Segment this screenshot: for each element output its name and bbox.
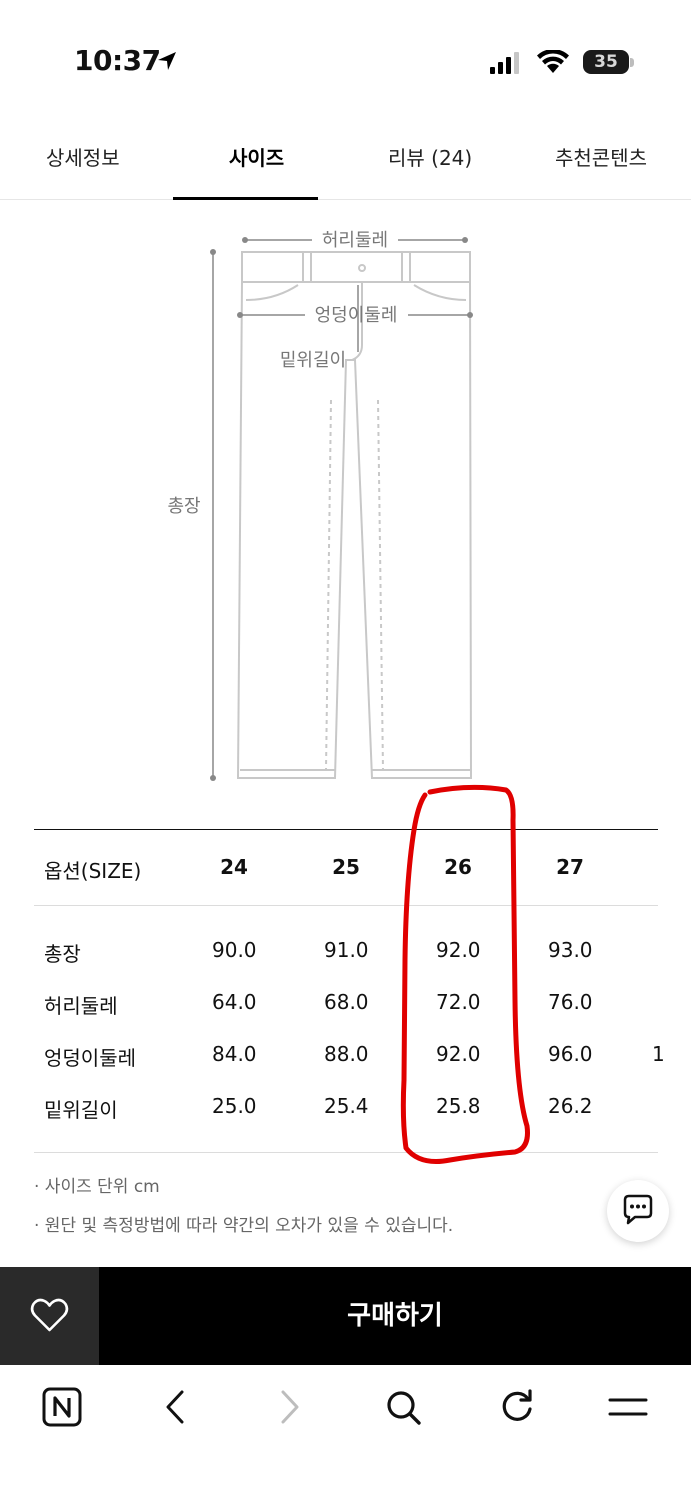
back-icon[interactable] xyxy=(160,1387,190,1427)
search-icon[interactable] xyxy=(383,1387,423,1427)
chat-bubble-icon xyxy=(623,1194,653,1225)
note-unit: · 사이즈 단위 cm xyxy=(34,1177,160,1197)
size-notes: · 사이즈 단위 cm · 원단 및 측정방법에 따라 약간의 오차가 있을 수… xyxy=(34,1172,453,1250)
chat-button[interactable] xyxy=(607,1180,669,1242)
forward-icon[interactable] xyxy=(275,1387,305,1427)
heart-icon xyxy=(30,1298,69,1332)
wishlist-button[interactable] xyxy=(0,1267,99,1365)
naver-home-icon[interactable] xyxy=(42,1387,82,1427)
refresh-icon[interactable] xyxy=(497,1387,537,1427)
browser-toolbar xyxy=(0,1365,691,1500)
buy-button[interactable]: 구매하기 xyxy=(99,1267,691,1365)
purchase-bar: 구매하기 xyxy=(0,1267,691,1365)
menu-icon[interactable] xyxy=(608,1387,648,1427)
note-tolerance: · 원단 및 측정방법에 따라 약간의 오차가 있을 수 있습니다. xyxy=(34,1216,454,1236)
